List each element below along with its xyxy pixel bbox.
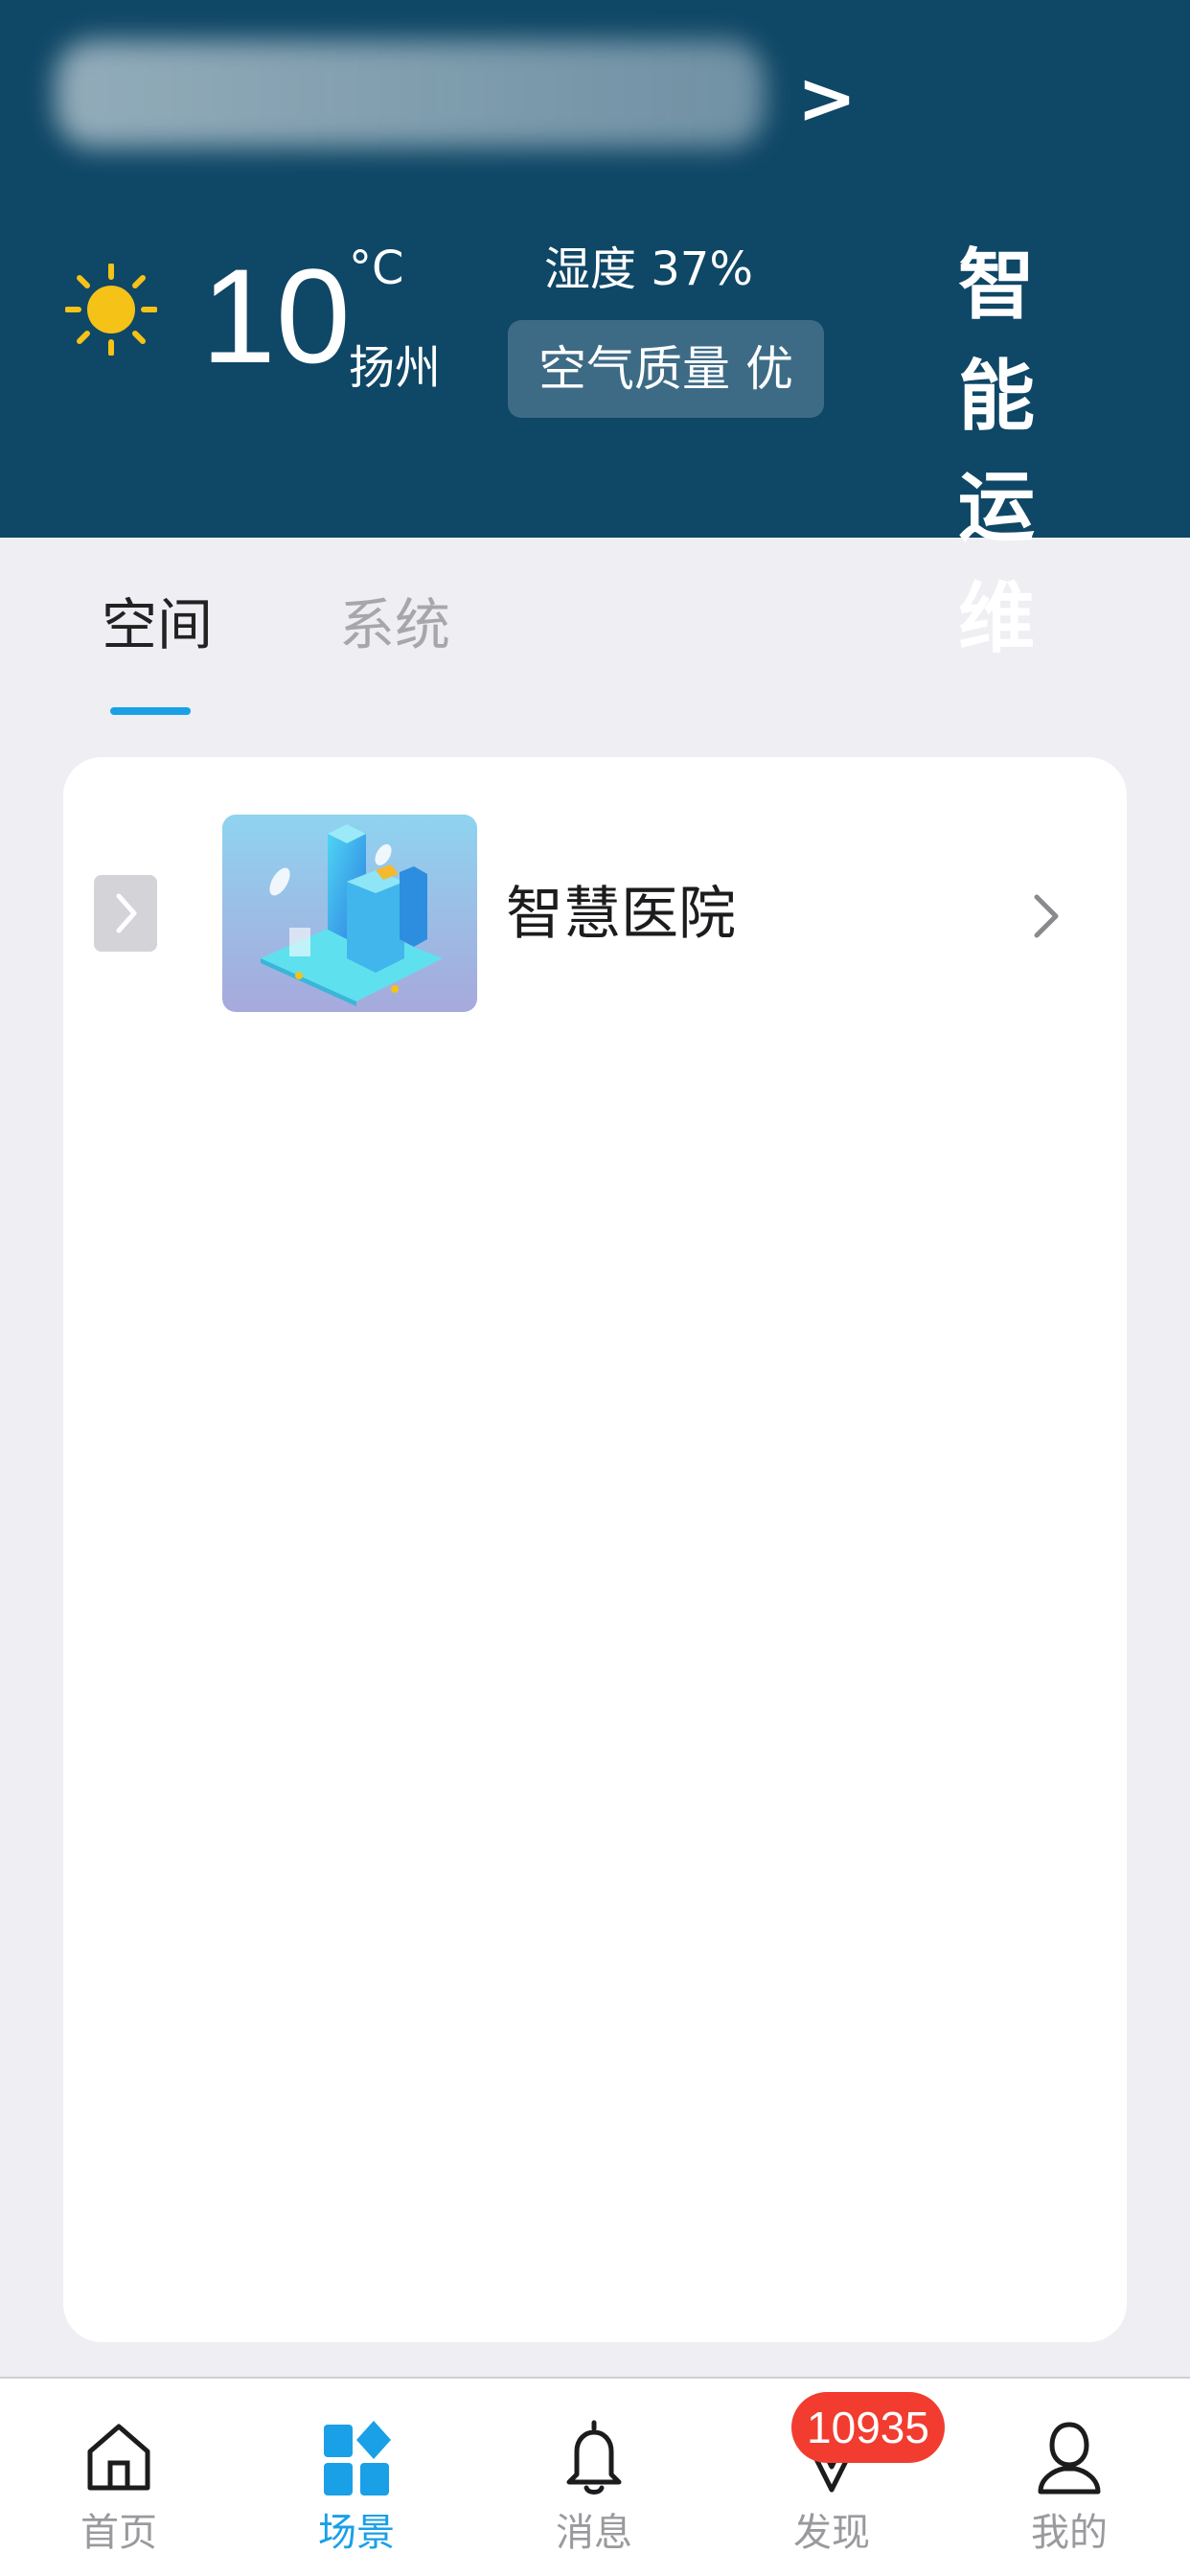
space-list-card: 智慧医院: [63, 757, 1127, 2342]
discover-badge: 10935: [791, 2392, 945, 2463]
space-name: 智慧医院: [506, 881, 736, 948]
humidity-text: 湿度 37%: [544, 242, 753, 296]
tab-label: 场景: [318, 2511, 395, 2555]
air-quality-badge: 空气质量 优: [508, 320, 824, 418]
hospital-thumbnail: [222, 815, 477, 1012]
sun-icon: [65, 264, 157, 356]
list-item[interactable]: 智慧医院: [63, 757, 1127, 1012]
project-name-blurred[interactable]: [56, 40, 765, 148]
tab-profile[interactable]: 我的: [950, 2379, 1188, 2576]
weather-header: > 10 °C 扬州 湿度 37% 空气质量 优 智能运维: [0, 0, 1190, 663]
tab-label: 首页: [80, 2511, 157, 2555]
scene-grid-icon: [324, 2421, 391, 2496]
city-name: 扬州: [349, 341, 442, 395]
active-tab-indicator: [110, 707, 191, 715]
page: > 10 °C 扬州 湿度 37% 空气质量 优 智能运维 空间 系统 智慧医院…: [0, 0, 1190, 2576]
smart-ops-button[interactable]: 智能运维: [958, 230, 1102, 675]
tab-label: 发现: [793, 2511, 870, 2555]
home-icon: [87, 2424, 150, 2491]
tab-label: 消息: [556, 2511, 632, 2555]
chevron-right-icon: [1034, 894, 1059, 938]
project-switch-arrow[interactable]: >: [797, 56, 857, 142]
tab-messages[interactable]: 消息: [475, 2379, 713, 2576]
tab-space[interactable]: 空间: [102, 586, 213, 663]
temperature-value: 10: [201, 241, 351, 391]
expand-chevron-icon[interactable]: [94, 875, 157, 952]
tab-label: 我的: [1031, 2511, 1108, 2555]
tab-system[interactable]: 系统: [339, 586, 450, 663]
profile-icon: [1038, 2422, 1101, 2495]
tab-home[interactable]: 首页: [0, 2379, 238, 2576]
tab-scene[interactable]: 场景: [238, 2379, 475, 2576]
temperature-unit: °C: [349, 242, 404, 295]
bottom-tab-bar: 首页 场景 消息 发现 我的: [0, 2377, 1190, 2576]
bell-icon: [566, 2420, 622, 2495]
